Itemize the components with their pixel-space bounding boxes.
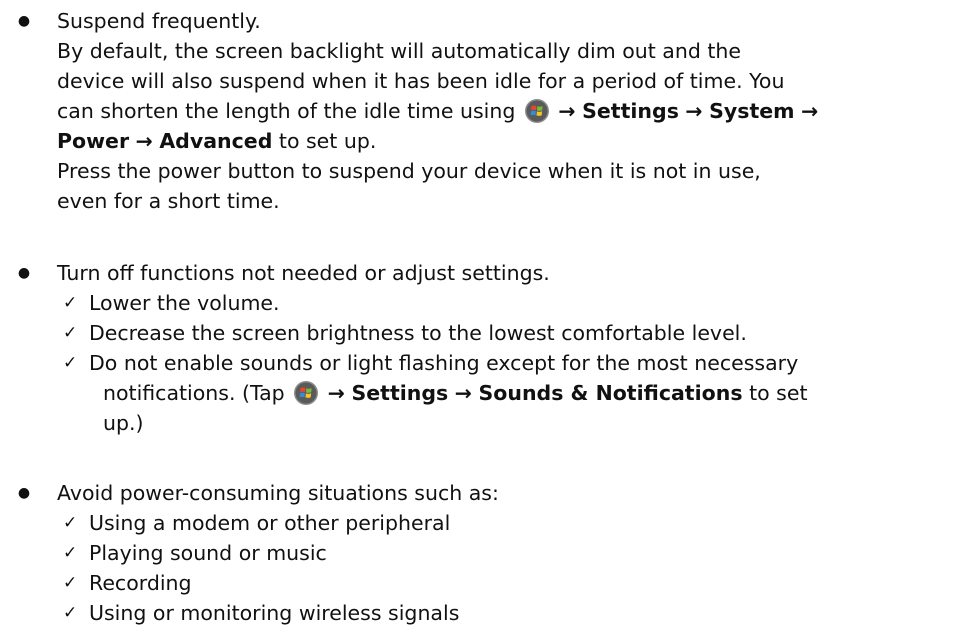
check-list: ✓ Lower the volume. ✓ Decrease the scree… (63, 288, 957, 438)
check-item-text: Lower the volume. (89, 291, 280, 315)
menu-path-system: System (709, 99, 795, 123)
arrow-glyph: → (135, 129, 153, 153)
check-item-text: Recording (89, 571, 192, 595)
check-list-item: ✓ Do not enable sounds or light flashing… (63, 348, 957, 438)
check-list-item: ✓ Recording (63, 568, 957, 598)
check-item-text: Using or monitoring wireless signals (89, 601, 460, 625)
bullet-body: Avoid power-consuming situations such as… (57, 478, 957, 628)
check-item-text: Decrease the screen brightness to the lo… (89, 321, 747, 345)
paragraph-line: even for a short time. (57, 189, 280, 213)
bullet-body: Turn off functions not needed or adjust … (57, 258, 957, 438)
bullet-symbol: ● (17, 265, 31, 281)
text-segment: notifications. (Tap (103, 381, 285, 405)
menu-path-advanced: Advanced (159, 129, 273, 153)
check-item-text: notifications. (Tap → Settings → Sounds … (89, 378, 957, 408)
bullet-title: Avoid power-consuming situations such as… (57, 481, 499, 505)
arrow-glyph: → (801, 99, 819, 123)
menu-path-power: Power (57, 129, 130, 153)
bullet-body: Suspend frequently. By default, the scre… (57, 6, 957, 216)
check-item-text: up.) (103, 411, 144, 435)
checkmark-icon: ✓ (63, 353, 78, 373)
check-list-item: ✓ Using a modem or other peripheral (63, 508, 957, 538)
check-list-item: ✓ Decrease the screen brightness to the … (63, 318, 957, 348)
bullet-title: Turn off functions not needed or adjust … (57, 261, 550, 285)
paragraph-line: Press the power button to suspend your d… (57, 159, 761, 183)
arrow-glyph: → (558, 99, 576, 123)
check-item-text: Do not enable sounds or light flashing e… (89, 351, 799, 375)
arrow-glyph: → (327, 381, 345, 405)
checkmark-icon: ✓ (63, 573, 78, 593)
paragraph-line: device will also suspend when it has bee… (57, 69, 785, 93)
check-list-item: ✓ Playing sound or music (63, 538, 957, 568)
checkmark-icon: ✓ (63, 293, 78, 313)
windows-start-icon (524, 99, 549, 123)
menu-path-settings: Settings (582, 99, 679, 123)
checkmark-icon: ✓ (63, 513, 78, 533)
paragraph-line: can shorten the length of the idle time … (57, 96, 957, 126)
checkmark-icon: ✓ (63, 603, 78, 623)
bullet-symbol: ● (17, 13, 31, 29)
checkmark-icon: ✓ (63, 543, 78, 563)
menu-path-sounds-notifications: Sounds & Notifications (478, 381, 743, 405)
windows-start-icon (294, 381, 319, 405)
arrow-glyph: → (685, 99, 703, 123)
menu-path-settings: Settings (351, 381, 449, 405)
paragraph-line: By default, the screen backlight will au… (57, 39, 742, 63)
checkmark-icon: ✓ (63, 323, 78, 343)
text-segment: to set up. (278, 129, 377, 153)
check-list-item: ✓ Using or monitoring wireless signals (63, 598, 957, 628)
check-item-text: Using a modem or other peripheral (89, 511, 451, 535)
bullet-symbol: ● (17, 485, 31, 501)
bullet-title: Suspend frequently. (57, 9, 261, 33)
check-list-item: ✓ Lower the volume. (63, 288, 957, 318)
text-segment: to set (749, 381, 808, 405)
arrow-glyph: → (454, 381, 472, 405)
text-segment: can shorten the length of the idle time … (57, 99, 516, 123)
check-list: ✓ Using a modem or other peripheral ✓ Pl… (63, 508, 957, 628)
check-item-text: Playing sound or music (89, 541, 327, 565)
paragraph-line: Power → Advanced to set up. (57, 126, 957, 156)
